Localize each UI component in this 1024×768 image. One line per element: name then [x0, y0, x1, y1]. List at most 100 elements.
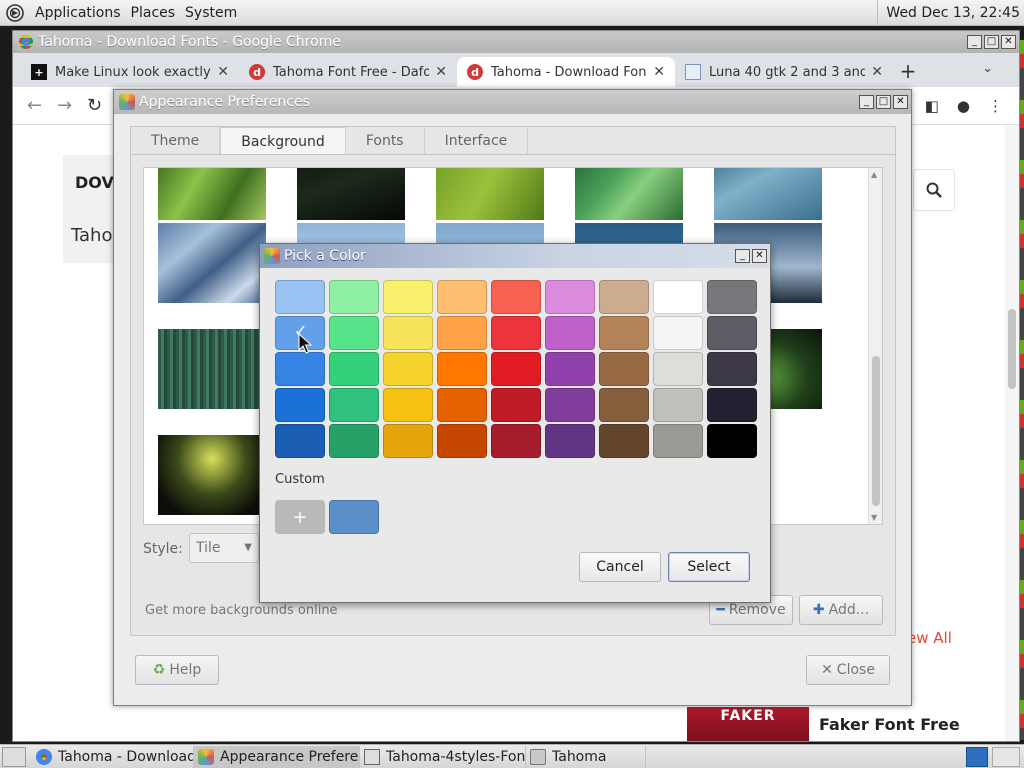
select-button[interactable]: Select	[668, 552, 750, 582]
color-swatch[interactable]	[653, 280, 703, 314]
tab-search-chevron-icon[interactable]: ⌄	[982, 61, 993, 76]
trash-icon[interactable]	[992, 746, 1020, 767]
color-swatch[interactable]	[329, 424, 379, 458]
color-swatch[interactable]	[329, 388, 379, 422]
wallpaper-thumbnail[interactable]	[158, 435, 266, 515]
color-swatch[interactable]	[491, 280, 541, 314]
color-swatch[interactable]	[329, 316, 379, 350]
scroll-down-arrow-icon[interactable]: ▼	[871, 513, 877, 522]
color-swatch[interactable]	[383, 280, 433, 314]
task-chrome[interactable]: Tahoma - Download ...	[32, 745, 194, 768]
appearance-titlebar[interactable]: Appearance Preferences _ □ ✕	[114, 90, 911, 114]
cancel-button[interactable]: Cancel	[579, 552, 661, 582]
color-swatch[interactable]	[707, 388, 757, 422]
color-swatch[interactable]	[275, 388, 325, 422]
color-swatch[interactable]	[491, 424, 541, 458]
wallpaper-thumbnail[interactable]	[158, 223, 266, 303]
color-swatch[interactable]	[545, 388, 595, 422]
color-swatch[interactable]	[491, 352, 541, 386]
wallpaper-thumbnail[interactable]	[158, 329, 266, 409]
close-dialog-button[interactable]: ✕ Close	[806, 655, 890, 685]
faker-font-link[interactable]: Faker Font Free	[819, 715, 960, 734]
color-swatch[interactable]	[491, 388, 541, 422]
color-swatch[interactable]	[599, 424, 649, 458]
forward-arrow-icon[interactable]: →	[57, 95, 87, 116]
color-swatch[interactable]	[599, 388, 649, 422]
color-swatch[interactable]	[545, 352, 595, 386]
gallery-scrollbar[interactable]: ▲ ▼	[868, 168, 882, 524]
faker-font-banner[interactable]: FAKER	[687, 707, 809, 741]
tab-background[interactable]: Background	[220, 127, 346, 154]
task-appearance[interactable]: Appearance Preferen...	[194, 745, 360, 768]
tab-interface[interactable]: Interface	[425, 127, 529, 154]
color-swatch[interactable]	[545, 424, 595, 458]
clock[interactable]: Wed Dec 13, 22:45	[877, 0, 1024, 26]
color-swatch[interactable]	[653, 388, 703, 422]
color-swatch[interactable]	[707, 424, 757, 458]
workspace-switcher-icon[interactable]	[966, 746, 988, 767]
tab-close-icon[interactable]: ✕	[871, 64, 883, 80]
menu-places[interactable]: Places	[128, 5, 183, 21]
color-swatch[interactable]	[383, 388, 433, 422]
wallpaper-thumbnail[interactable]	[714, 168, 822, 220]
tab-close-icon[interactable]: ✕	[653, 64, 665, 80]
minimize-button[interactable]: _	[967, 35, 982, 49]
view-all-link[interactable]: ew All	[907, 629, 952, 647]
color-swatch[interactable]	[653, 424, 703, 458]
kebab-menu-icon[interactable]: ⋮	[988, 97, 1003, 115]
menu-system[interactable]: System	[182, 5, 244, 21]
color-swatch[interactable]	[437, 280, 487, 314]
color-swatch[interactable]	[653, 316, 703, 350]
help-button[interactable]: ♻ Help	[135, 655, 219, 685]
color-swatch[interactable]	[437, 388, 487, 422]
page-search-button[interactable]	[913, 169, 955, 211]
close-button[interactable]: ✕	[1001, 35, 1016, 49]
color-swatch[interactable]	[383, 352, 433, 386]
tab-make-linux[interactable]: + Make Linux look exactly li ✕	[21, 57, 239, 87]
gallery-scrollbar-thumb[interactable]	[872, 356, 880, 506]
maximize-button[interactable]: □	[876, 95, 891, 109]
color-swatch[interactable]	[545, 316, 595, 350]
minimize-button[interactable]: _	[735, 249, 750, 263]
tab-theme[interactable]: Theme	[131, 127, 221, 154]
color-swatch[interactable]	[437, 352, 487, 386]
distro-logo-icon[interactable]	[4, 2, 26, 24]
style-dropdown[interactable]: Tile ▼	[189, 533, 259, 563]
color-swatch[interactable]	[707, 316, 757, 350]
tab-close-icon[interactable]: ✕	[217, 64, 229, 80]
new-tab-button[interactable]: +	[893, 57, 923, 87]
wallpaper-thumbnail[interactable]	[158, 168, 266, 220]
color-swatch[interactable]	[707, 352, 757, 386]
get-more-backgrounds-link[interactable]: Get more backgrounds online	[145, 603, 338, 618]
color-swatch[interactable]	[599, 316, 649, 350]
task-font-viewer[interactable]: Tahoma-4styles-Font...	[360, 745, 526, 768]
color-swatch[interactable]	[437, 424, 487, 458]
color-swatch[interactable]	[653, 352, 703, 386]
maximize-button[interactable]: □	[984, 35, 999, 49]
back-arrow-icon[interactable]: ←	[27, 95, 57, 116]
task-folder[interactable]: Tahoma	[526, 745, 646, 768]
wallpaper-thumbnail[interactable]	[297, 168, 405, 220]
show-desktop-button[interactable]	[2, 746, 26, 767]
color-swatch[interactable]	[599, 280, 649, 314]
scroll-up-arrow-icon[interactable]: ▲	[871, 170, 877, 179]
tab-tahoma-dafont[interactable]: d Tahoma Font Free - Dafo ✕	[239, 57, 457, 87]
close-button[interactable]: ✕	[893, 95, 908, 109]
tab-close-icon[interactable]: ✕	[435, 64, 447, 80]
chrome-titlebar[interactable]: Tahoma - Download Fonts - Google Chrome …	[13, 31, 1019, 53]
wallpaper-thumbnail[interactable]	[436, 168, 544, 220]
profile-icon[interactable]: ●	[957, 97, 970, 115]
color-swatch[interactable]	[707, 280, 757, 314]
add-button[interactable]: ✚ Add...	[799, 595, 883, 625]
picker-titlebar[interactable]: Pick a Color _ ✕	[260, 244, 770, 268]
color-swatch[interactable]	[329, 280, 379, 314]
custom-color-swatch[interactable]	[329, 500, 379, 534]
color-swatch[interactable]	[275, 280, 325, 314]
color-swatch[interactable]	[491, 316, 541, 350]
tab-luna[interactable]: Luna 40 gtk 2 and 3 and 4 ✕	[675, 57, 893, 87]
color-swatch[interactable]	[275, 424, 325, 458]
color-swatch[interactable]	[383, 316, 433, 350]
minimize-button[interactable]: _	[859, 95, 874, 109]
color-swatch[interactable]	[383, 424, 433, 458]
tab-tahoma-download[interactable]: d Tahoma - Download Font ✕	[457, 57, 675, 87]
